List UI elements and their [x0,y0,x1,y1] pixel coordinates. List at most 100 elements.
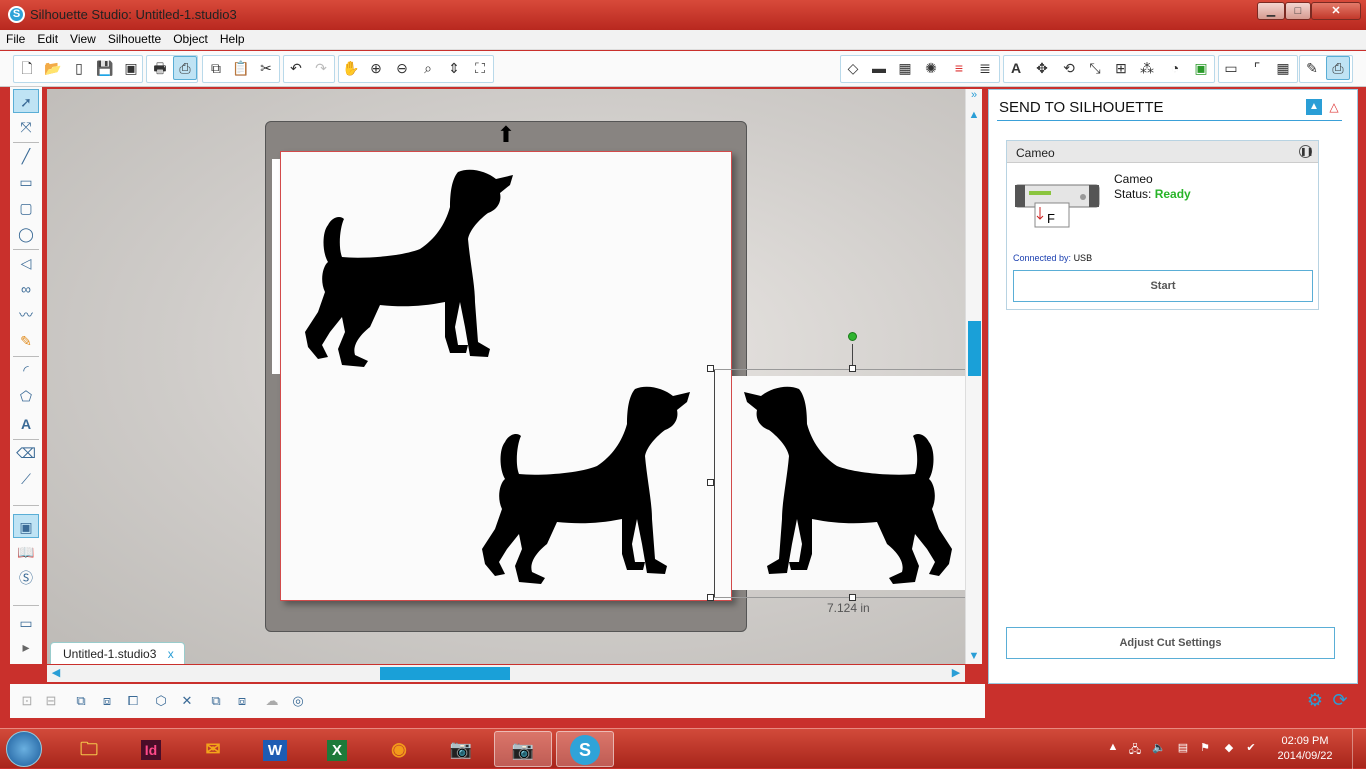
line-color-icon[interactable]: ≡ [947,56,971,80]
zoom-selection-icon[interactable]: ⌕ [416,56,440,80]
refresh-icon[interactable]: ⟳ [1330,690,1350,710]
text-style-icon[interactable]: A [1004,56,1028,80]
window-toggle-icon[interactable]: ▭ [13,611,39,635]
scale-icon[interactable]: ⤡ [1083,56,1107,80]
excel-icon[interactable]: X [308,731,366,767]
ellipse-tool-icon[interactable]: ◯ [13,222,39,246]
menu-object[interactable]: Object [167,30,214,48]
dog-silhouette-3-mirrored[interactable] [742,384,957,589]
firefox-icon[interactable]: ◉ [370,731,428,767]
release-compound-path-icon[interactable]: ⧈ [96,690,118,712]
freehand-tool-icon[interactable]: 〰 [13,303,39,327]
camera-app-icon[interactable]: 📷 [432,731,490,767]
replicate-icon[interactable]: ⁂ [1135,56,1159,80]
design-canvas[interactable]: ⬆ 7.124 in [47,89,965,664]
settings-gear-icon[interactable]: ⚙ [1305,690,1325,710]
trace-icon[interactable]: ☁ [261,690,283,712]
scroll-left-icon[interactable]: ◀ [49,666,63,680]
print-icon[interactable]: 🖶 [148,56,172,80]
send-to-back-icon[interactable]: ⧈ [231,690,253,712]
pause-icon[interactable]: ❚❚ [1299,145,1313,158]
weld-icon[interactable]: ⧠ [122,690,144,712]
line-width-icon[interactable]: ≣ [973,56,997,80]
show-desktop-button[interactable] [1352,729,1366,769]
arc-tool-icon[interactable]: ◜ [13,358,39,382]
save-library-icon[interactable]: ▣ [119,56,143,80]
pan-hand-icon[interactable]: ✋ [339,56,363,80]
document-tab-close-icon[interactable]: x [168,647,174,661]
save-icon[interactable]: 💾 [93,56,117,80]
select-tool-icon[interactable]: ➚ [13,89,39,113]
word-icon[interactable]: W [246,731,304,767]
rotate-icon[interactable]: ⟲ [1057,56,1081,80]
cut-settings-icon[interactable]: ✎ [1300,56,1324,80]
adjust-cut-settings-button[interactable]: Adjust Cut Settings [1006,627,1335,659]
resize-handle[interactable] [707,594,714,601]
start-menu-icon[interactable] [6,731,42,767]
redo-icon[interactable]: ↷ [309,56,333,80]
offset-bottom-icon[interactable]: ◎ [287,690,309,712]
panel-pin-icon[interactable]: ▲ [1306,99,1322,115]
send-panel-icon[interactable]: ⎙ [1326,56,1350,80]
registration-marks-icon[interactable]: ⌜ [1245,56,1269,80]
delete-icon[interactable]: ✕ [176,690,198,712]
rounded-rectangle-tool-icon[interactable]: ▢ [13,196,39,220]
resize-handle[interactable] [707,479,714,486]
horizontal-scrollbar[interactable]: ◀ ▶ [47,665,965,682]
vertical-scroll-thumb[interactable] [968,321,981,376]
library-icon[interactable]: 📖 [13,540,39,564]
fill-color-icon[interactable]: ◇ [841,56,865,80]
file-explorer-icon[interactable]: 🗀 [60,731,118,767]
new-file-icon[interactable]: 🗋 [15,56,39,80]
system-clock[interactable]: 02:09 PM 2014/09/22 [1270,734,1340,764]
action-center-flag-icon[interactable]: ⚑ [1198,741,1212,755]
horizontal-scroll-thumb[interactable] [380,667,510,680]
vertical-scrollbar[interactable]: » ▲ ▼ [965,89,982,664]
polygon-tool-icon[interactable]: ◁ [13,251,39,275]
network-icon[interactable]: 🖧 [1128,741,1142,756]
volume-icon[interactable]: 🔈 [1152,741,1166,755]
eraser-tool-icon[interactable]: ⌫ [13,441,39,465]
tray-expand-icon[interactable]: ▲ [1106,741,1120,755]
rotation-handle[interactable] [848,332,857,341]
close-button[interactable]: ✕ [1311,2,1361,20]
open-library-icon[interactable]: ▯ [67,56,91,80]
duplicate-icon[interactable]: ⬡ [150,690,172,712]
zoom-in-icon[interactable]: ⊕ [364,56,388,80]
document-tab[interactable]: Untitled-1.studio3 x [50,642,185,664]
design-page-icon[interactable]: ▣ [13,514,39,538]
paste-icon[interactable]: 📋 [229,56,253,80]
modify-icon[interactable]: ◔ [1163,56,1187,80]
sync-check-icon[interactable]: ✔ [1244,741,1258,755]
grid-settings-icon[interactable]: ▦ [1271,56,1295,80]
start-button[interactable]: Start [1013,270,1313,302]
silhouette-app-icon[interactable]: S [8,6,25,23]
scroll-down-icon[interactable]: ▼ [967,650,981,664]
smooth-freehand-tool-icon[interactable]: ✎ [13,329,39,353]
resize-handle[interactable] [849,365,856,372]
indesign-icon[interactable]: Id [122,731,180,767]
edit-points-tool-icon[interactable]: ⤧ [13,115,39,139]
text-tool-icon[interactable]: A [13,412,39,436]
resize-handle[interactable] [707,365,714,372]
page-setup-icon[interactable]: ▭ [1219,56,1243,80]
silhouette-store-icon[interactable]: Ⓢ [13,566,39,590]
outlook-icon[interactable]: ✉ [184,731,242,767]
expand-tools-icon[interactable]: ▸ [13,635,39,659]
resize-handle[interactable] [849,594,856,601]
line-style-icon[interactable]: ✺ [919,56,943,80]
fit-to-page-icon[interactable]: ⛶ [468,56,492,80]
scroll-right-icon[interactable]: ▶ [949,666,963,680]
dropbox-icon[interactable]: ◆ [1222,741,1236,755]
transform-icon[interactable]: ✥ [1030,56,1054,80]
copy-icon[interactable]: ⧉ [204,56,228,80]
menu-help[interactable]: Help [214,30,251,48]
rectangle-tool-icon[interactable]: ▭ [13,170,39,194]
menu-view[interactable]: View [64,30,102,48]
align-icon[interactable]: ⊞ [1109,56,1133,80]
scroll-up-icon[interactable]: ▲ [967,109,981,123]
fill-pattern-icon[interactable]: ▦ [893,56,917,80]
menu-edit[interactable]: Edit [31,30,64,48]
dog-silhouette-1[interactable] [300,167,515,372]
bring-to-front-icon[interactable]: ⧉ [205,690,227,712]
